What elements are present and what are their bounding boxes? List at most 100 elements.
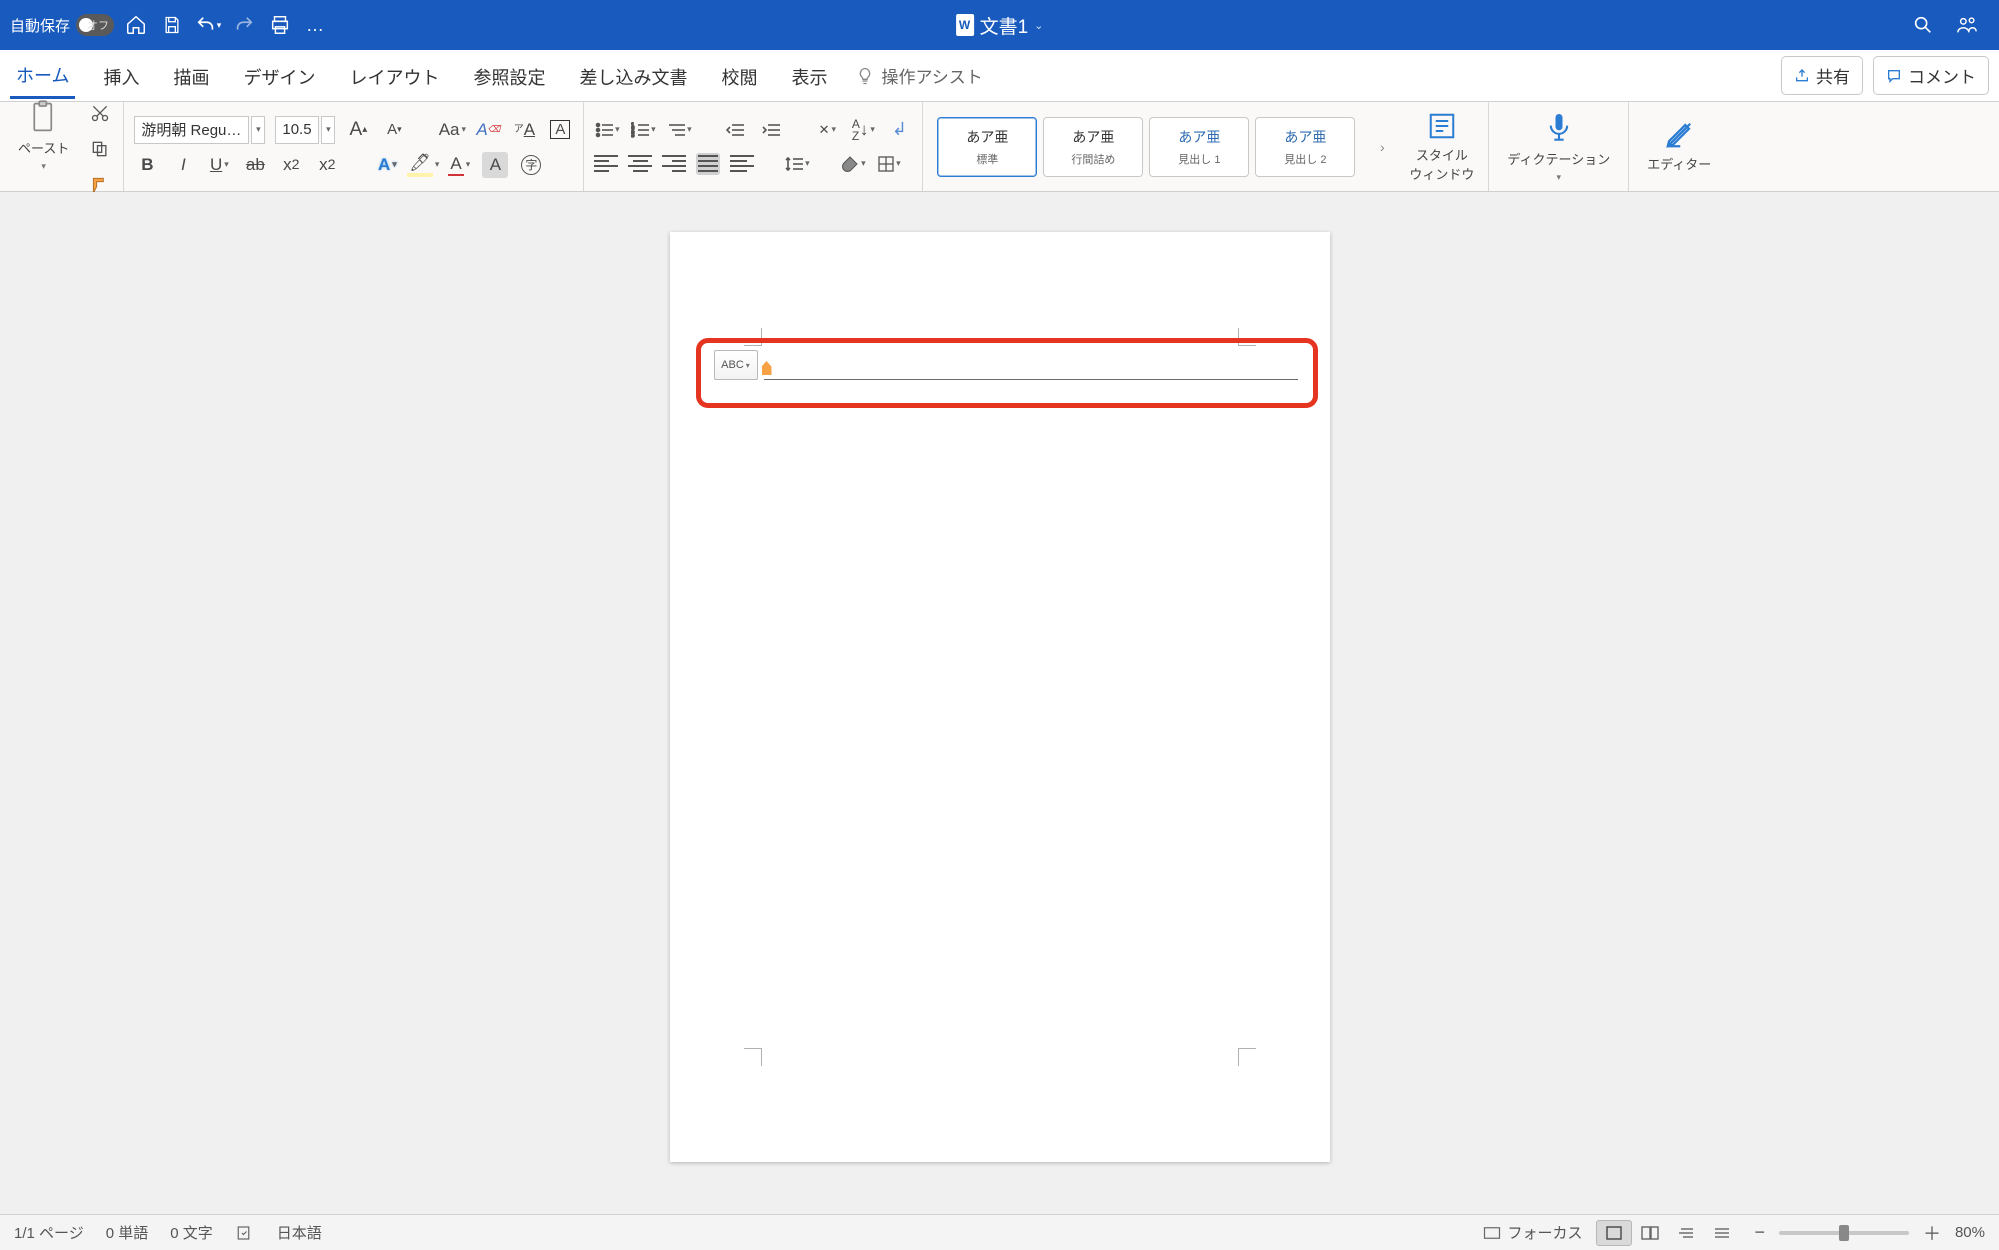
home-icon[interactable] xyxy=(122,11,150,39)
subscript-button[interactable]: x2 xyxy=(278,152,304,178)
style-no-spacing[interactable]: あア亜行間詰め xyxy=(1043,117,1143,177)
document-canvas[interactable]: ABC xyxy=(0,192,1999,1214)
horizontal-rule xyxy=(764,379,1298,380)
italic-button[interactable]: I xyxy=(170,152,196,178)
search-icon[interactable] xyxy=(1909,11,1937,39)
style-normal[interactable]: あア亜標準 xyxy=(937,117,1037,177)
margin-mark xyxy=(1238,1048,1256,1066)
comment-button[interactable]: コメント xyxy=(1873,56,1989,95)
font-size-dropdown-icon[interactable]: ▾ xyxy=(321,116,335,144)
undo-icon[interactable]: ▾ xyxy=(194,11,222,39)
borders-icon[interactable] xyxy=(876,151,902,177)
dictation-button[interactable]: ディクテーション ▾ xyxy=(1499,107,1618,187)
phonetic-guide-icon[interactable]: アA xyxy=(511,117,537,143)
cut-icon[interactable] xyxy=(87,100,113,126)
change-case-icon[interactable]: Aa xyxy=(439,117,465,143)
style-pane-button[interactable]: スタイル ウィンドウ xyxy=(1401,107,1482,187)
zoom-out-button[interactable]: − xyxy=(1754,1222,1765,1243)
tab-review[interactable]: 校閲 xyxy=(715,54,763,98)
margin-mark xyxy=(744,1048,762,1066)
clipboard-icon xyxy=(29,100,59,134)
bold-button[interactable]: B xyxy=(134,152,160,178)
view-outline-icon[interactable] xyxy=(1668,1220,1704,1246)
autosave-toggle[interactable]: 自動保存 オフ xyxy=(10,14,114,36)
clear-format-icon[interactable]: A⌫ xyxy=(475,117,501,143)
paste-button[interactable]: ペースト ▾ xyxy=(10,96,77,176)
asian-layout-icon[interactable]: ✕ xyxy=(814,117,840,143)
bullets-icon[interactable] xyxy=(594,117,620,143)
share-people-icon[interactable] xyxy=(1953,11,1981,39)
redo-icon[interactable] xyxy=(230,11,258,39)
tab-layout[interactable]: レイアウト xyxy=(343,54,445,98)
align-right-icon[interactable] xyxy=(662,153,686,175)
editor-button[interactable]: エディター xyxy=(1639,116,1719,177)
tab-design[interactable]: デザイン xyxy=(237,54,321,98)
status-words[interactable]: 0 単語 xyxy=(106,1222,149,1243)
comment-icon xyxy=(1886,68,1902,84)
sort-icon[interactable]: AZ↓ xyxy=(850,117,876,143)
align-justify-icon[interactable] xyxy=(696,153,720,175)
font-name-dropdown-icon[interactable]: ▾ xyxy=(251,116,265,144)
save-icon[interactable] xyxy=(158,11,186,39)
highlight-icon[interactable]: 🖊 xyxy=(410,152,436,178)
char-shading-icon[interactable]: A xyxy=(482,152,508,178)
increase-indent-icon[interactable] xyxy=(758,117,784,143)
show-marks-icon[interactable]: ↲ xyxy=(886,117,912,143)
multilevel-list-icon[interactable] xyxy=(666,117,692,143)
status-chars[interactable]: 0 文字 xyxy=(170,1222,213,1243)
underline-button[interactable]: U xyxy=(206,152,232,178)
font-name-select[interactable]: 游明朝 Regu… xyxy=(134,116,249,144)
tab-draw[interactable]: 描画 xyxy=(167,54,215,98)
lightbulb-icon xyxy=(855,66,875,86)
font-size-select[interactable]: 10.5 xyxy=(275,116,319,144)
autosave-label: 自動保存 xyxy=(10,15,70,36)
svg-text:3: 3 xyxy=(631,133,635,138)
zoom-level[interactable]: 80% xyxy=(1955,1224,1985,1241)
group-font: 游明朝 Regu…▾ 10.5▾ A▴ A▾ Aa A⌫ アA A B I U … xyxy=(124,102,584,191)
tab-insert[interactable]: 挿入 xyxy=(97,54,145,98)
styles-more-icon[interactable]: › xyxy=(1369,134,1395,160)
focus-icon xyxy=(1483,1226,1501,1240)
share-button[interactable]: 共有 xyxy=(1781,56,1863,95)
font-color-icon[interactable]: A xyxy=(446,152,472,178)
numbering-icon[interactable]: 123 xyxy=(630,117,656,143)
page[interactable]: ABC xyxy=(670,232,1330,1162)
document-title[interactable]: 文書1 ⌄ xyxy=(956,12,1044,39)
focus-mode-button[interactable]: フォーカス xyxy=(1483,1222,1582,1243)
zoom-slider[interactable] xyxy=(1779,1231,1909,1235)
group-dictation: ディクテーション ▾ xyxy=(1489,102,1629,191)
view-print-icon[interactable] xyxy=(1596,1220,1632,1246)
line-spacing-icon[interactable] xyxy=(784,151,810,177)
tell-me[interactable]: 操作アシスト xyxy=(855,63,982,88)
tab-view[interactable]: 表示 xyxy=(785,54,833,98)
style-heading1[interactable]: あア亜見出し 1 xyxy=(1149,117,1249,177)
grow-font-icon[interactable]: A▴ xyxy=(345,117,371,143)
decrease-indent-icon[interactable] xyxy=(722,117,748,143)
paste-options-tag[interactable]: ABC xyxy=(714,350,758,380)
superscript-button[interactable]: x2 xyxy=(314,152,340,178)
distributed-icon[interactable] xyxy=(730,153,754,175)
zoom-in-button[interactable]: ＋ xyxy=(1923,1220,1941,1246)
tab-mailings[interactable]: 差し込み文書 xyxy=(573,54,693,98)
tab-home[interactable]: ホーム xyxy=(10,52,75,99)
more-icon[interactable]: … xyxy=(302,11,330,39)
print-icon[interactable] xyxy=(266,11,294,39)
style-pane-icon xyxy=(1427,111,1457,141)
shading-icon[interactable] xyxy=(840,151,866,177)
status-page[interactable]: 1/1 ページ xyxy=(14,1222,84,1243)
copy-icon[interactable] xyxy=(87,136,113,162)
chevron-down-icon[interactable]: ⌄ xyxy=(1034,19,1043,32)
char-border-icon[interactable]: A xyxy=(547,117,573,143)
strikethrough-button[interactable]: ab xyxy=(242,152,268,178)
style-heading2[interactable]: あア亜見出し 2 xyxy=(1255,117,1355,177)
view-draft-icon[interactable] xyxy=(1704,1220,1740,1246)
spellcheck-icon[interactable] xyxy=(235,1224,255,1242)
status-language[interactable]: 日本語 xyxy=(277,1222,322,1243)
shrink-font-icon[interactable]: A▾ xyxy=(381,117,407,143)
align-center-icon[interactable] xyxy=(628,153,652,175)
text-effects-icon[interactable]: A xyxy=(374,152,400,178)
tab-references[interactable]: 参照設定 xyxy=(467,54,551,98)
view-web-icon[interactable] xyxy=(1632,1220,1668,1246)
align-left-icon[interactable] xyxy=(594,153,618,175)
enclose-char-icon[interactable]: 字 xyxy=(518,152,544,178)
